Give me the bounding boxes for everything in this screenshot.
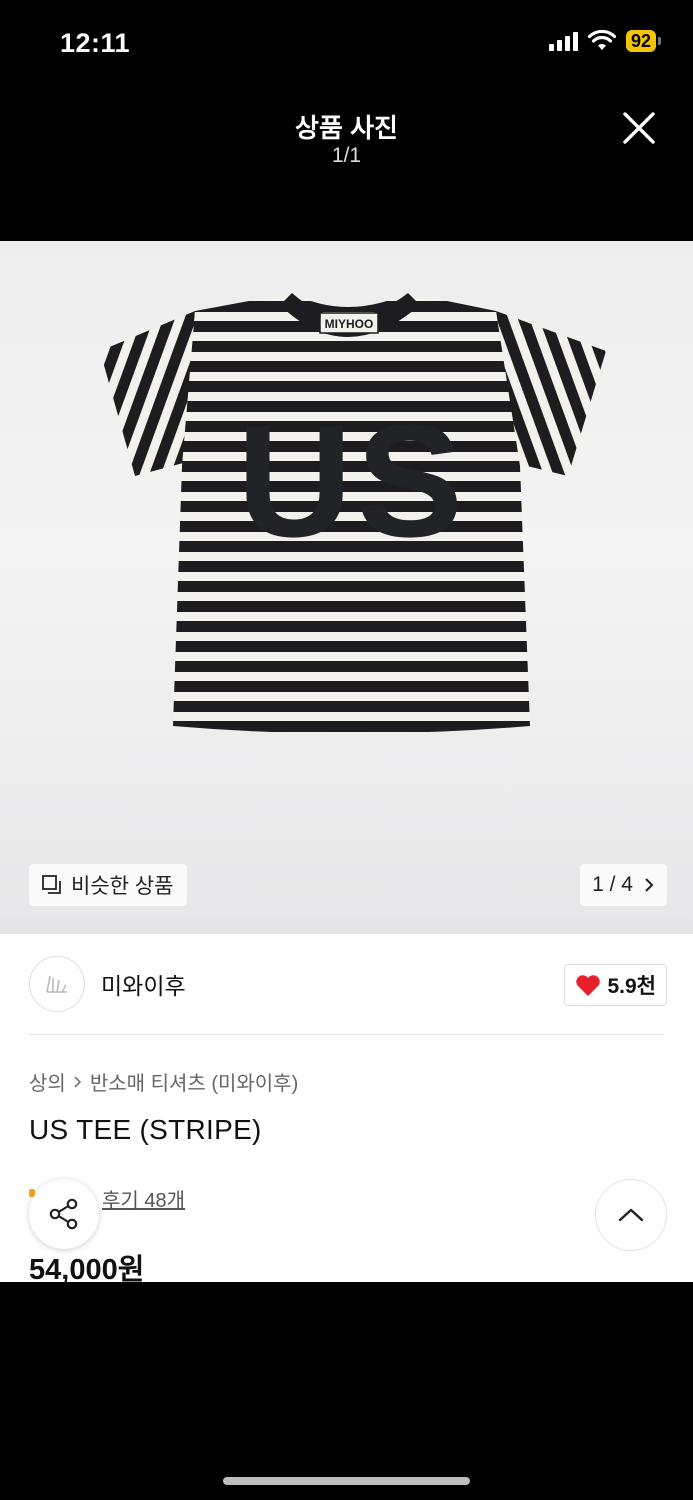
photo-counter: 1/1 — [331, 144, 362, 167]
scroll-to-top-button[interactable] — [595, 1179, 667, 1251]
neck-label-text: MIYHOO — [325, 317, 374, 331]
wifi-icon — [587, 30, 616, 50]
brand-logo — [29, 956, 85, 1012]
breadcrumb: 상의 반소매 티셔츠 (미와이후) — [29, 1067, 298, 1096]
status-bar: 12:11 92 — [0, 0, 693, 90]
page-title: 상품 사진 — [295, 113, 398, 143]
similar-products-label: 비슷한 상품 — [71, 875, 174, 898]
heart-icon — [576, 974, 601, 996]
tshirt-illustration: MIYHOO US — [100, 293, 606, 734]
status-icons: 92 — [548, 30, 661, 52]
product-name: US TEE (STRIPE) — [29, 1114, 262, 1145]
share-icon — [49, 1198, 78, 1230]
chevron-up-icon — [618, 1208, 644, 1222]
like-button[interactable]: 5.9천 — [564, 964, 667, 1006]
brand-logo-icon — [46, 975, 67, 993]
close-icon[interactable] — [621, 110, 657, 146]
tshirt-print-text: US — [237, 391, 467, 570]
image-pager-label: 1 / 4 — [592, 873, 633, 896]
product-image[interactable]: MIYHOO US 비슷한 상품 1 / 4 — [0, 241, 693, 934]
status-time: 12:11 — [60, 28, 131, 58]
brand-row[interactable]: 미와이후 — [29, 956, 186, 1012]
battery-icon: 92 — [625, 30, 661, 52]
image-pager-button[interactable]: 1 / 4 — [580, 864, 667, 906]
photo-viewer-header: 상품 사진 1/1 — [0, 90, 693, 241]
breadcrumb-subcategory[interactable]: 반소매 티셔츠 (미와이후) — [90, 1067, 298, 1096]
cellular-signal-icon — [548, 31, 578, 51]
similar-products-button[interactable]: 비슷한 상품 — [29, 864, 188, 906]
review-count-link[interactable]: 후기 48개 — [102, 1184, 185, 1213]
share-button[interactable] — [29, 1179, 99, 1249]
chevron-right-icon — [74, 1075, 81, 1088]
chevron-right-icon — [645, 878, 654, 892]
like-count: 5.9천 — [607, 975, 656, 998]
product-info-panel: 미와이후 5.9천 상의 반소매 티셔츠 (미와이후) US TEE (STRI… — [0, 934, 693, 1286]
similar-items-icon — [42, 875, 61, 894]
breadcrumb-category[interactable]: 상의 — [29, 1067, 66, 1096]
home-indicator[interactable] — [223, 1477, 470, 1485]
battery-level: 92 — [625, 30, 656, 52]
product-price: 54,000원 — [29, 1254, 145, 1286]
brand-name: 미와이후 — [101, 973, 186, 999]
divider — [29, 1034, 664, 1035]
